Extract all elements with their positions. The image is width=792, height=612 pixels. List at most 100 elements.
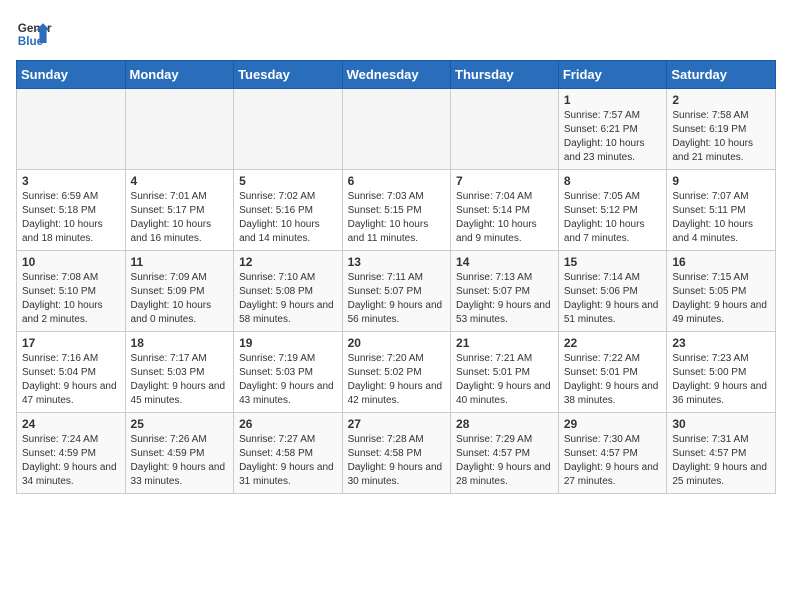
day-info: Sunrise: 7:19 AM Sunset: 5:03 PM Dayligh… bbox=[239, 352, 337, 408]
day-info: Sunrise: 7:31 AM Sunset: 4:57 PM Dayligh… bbox=[672, 433, 770, 489]
calendar-cell bbox=[125, 89, 234, 170]
day-number: 10 bbox=[22, 255, 120, 269]
weekday-header: Thursday bbox=[451, 61, 559, 89]
calendar-cell: 28Sunrise: 7:29 AM Sunset: 4:57 PM Dayli… bbox=[451, 413, 559, 494]
calendar-cell: 14 Sunrise: 7:13 AM Sunset: 5:07 PM Dayli… bbox=[451, 251, 559, 332]
calendar-cell: 27 Sunrise: 7:28 AM Sunset: 4:58 PM Dayli… bbox=[342, 413, 450, 494]
day-info: Sunrise: 7:14 AM Sunset: 5:06 PM Dayligh… bbox=[564, 271, 662, 327]
day-info: Sunrise: 7:07 AM Sunset: 5:11 PM Dayligh… bbox=[672, 190, 770, 246]
calendar-cell: 23 Sunrise: 7:23 AM Sunset: 5:00 PM Dayli… bbox=[667, 332, 776, 413]
day-number: 23 bbox=[672, 336, 770, 350]
day-info: Sunrise: 7:02 AM Sunset: 5:16 PM Dayligh… bbox=[239, 190, 337, 246]
calendar-cell: 10 Sunrise: 7:08 AM Sunset: 5:10 PM Dayli… bbox=[17, 251, 126, 332]
day-info: Sunrise: 7:01 AM Sunset: 5:17 PM Dayligh… bbox=[131, 190, 229, 246]
calendar-cell: 17 Sunrise: 7:16 AM Sunset: 5:04 PM Dayli… bbox=[17, 332, 126, 413]
calendar-header: SundayMondayTuesdayWednesdayThursdayFrid… bbox=[17, 61, 776, 89]
calendar-cell: 30 Sunrise: 7:31 AM Sunset: 4:57 PM Dayli… bbox=[667, 413, 776, 494]
day-info: Sunrise: 7:30 AM Sunset: 4:57 PM Dayligh… bbox=[564, 433, 662, 489]
day-number: 27 bbox=[348, 417, 445, 431]
calendar-week: 24 Sunrise: 7:24 AM Sunset: 4:59 PM Dayli… bbox=[17, 413, 776, 494]
weekday-header: Saturday bbox=[667, 61, 776, 89]
day-info: Sunrise: 7:24 AM Sunset: 4:59 PM Dayligh… bbox=[22, 433, 120, 489]
day-info: Sunrise: 7:16 AM Sunset: 5:04 PM Dayligh… bbox=[22, 352, 120, 408]
day-info: Sunrise: 7:28 AM Sunset: 4:58 PM Dayligh… bbox=[348, 433, 445, 489]
day-number: 13 bbox=[348, 255, 445, 269]
day-number: 2 bbox=[672, 93, 770, 107]
day-info: Sunrise: 7:26 AM Sunset: 4:59 PM Dayligh… bbox=[131, 433, 229, 489]
calendar-cell: 3Sunrise: 6:59 AM Sunset: 5:18 PM Daylig… bbox=[17, 170, 126, 251]
calendar-week: 3Sunrise: 6:59 AM Sunset: 5:18 PM Daylig… bbox=[17, 170, 776, 251]
day-info: Sunrise: 7:13 AM Sunset: 5:07 PM Dayligh… bbox=[456, 271, 553, 327]
calendar-cell bbox=[342, 89, 450, 170]
calendar-cell: 22Sunrise: 7:22 AM Sunset: 5:01 PM Dayli… bbox=[558, 332, 667, 413]
calendar-body: 1 Sunrise: 7:57 AM Sunset: 6:21 PM Daylig… bbox=[17, 89, 776, 494]
day-number: 4 bbox=[131, 174, 229, 188]
calendar-cell: 12 Sunrise: 7:10 AM Sunset: 5:08 PM Dayli… bbox=[234, 251, 343, 332]
calendar-cell: 16Sunrise: 7:15 AM Sunset: 5:05 PM Dayli… bbox=[667, 251, 776, 332]
calendar-cell: 18Sunrise: 7:17 AM Sunset: 5:03 PM Dayli… bbox=[125, 332, 234, 413]
day-number: 18 bbox=[131, 336, 229, 350]
calendar-cell: 15 Sunrise: 7:14 AM Sunset: 5:06 PM Dayli… bbox=[558, 251, 667, 332]
day-number: 12 bbox=[239, 255, 337, 269]
day-number: 21 bbox=[456, 336, 553, 350]
calendar-week: 10 Sunrise: 7:08 AM Sunset: 5:10 PM Dayli… bbox=[17, 251, 776, 332]
calendar: SundayMondayTuesdayWednesdayThursdayFrid… bbox=[16, 60, 776, 494]
calendar-cell: 4 Sunrise: 7:01 AM Sunset: 5:17 PM Daylig… bbox=[125, 170, 234, 251]
day-info: Sunrise: 7:09 AM Sunset: 5:09 PM Dayligh… bbox=[131, 271, 229, 327]
day-number: 6 bbox=[348, 174, 445, 188]
weekday-header: Wednesday bbox=[342, 61, 450, 89]
day-number: 1 bbox=[564, 93, 662, 107]
day-number: 9 bbox=[672, 174, 770, 188]
day-info: Sunrise: 7:03 AM Sunset: 5:15 PM Dayligh… bbox=[348, 190, 445, 246]
calendar-cell bbox=[451, 89, 559, 170]
day-info: Sunrise: 7:11 AM Sunset: 5:07 PM Dayligh… bbox=[348, 271, 445, 327]
day-info: Sunrise: 6:59 AM Sunset: 5:18 PM Dayligh… bbox=[22, 190, 120, 246]
logo: General Blue bbox=[16, 16, 52, 52]
calendar-cell: 13 Sunrise: 7:11 AM Sunset: 5:07 PM Dayli… bbox=[342, 251, 450, 332]
day-number: 14 bbox=[456, 255, 553, 269]
day-info: Sunrise: 7:22 AM Sunset: 5:01 PM Dayligh… bbox=[564, 352, 662, 408]
calendar-cell: 1 Sunrise: 7:57 AM Sunset: 6:21 PM Daylig… bbox=[558, 89, 667, 170]
logo-icon: General Blue bbox=[16, 16, 52, 52]
calendar-cell: 8Sunrise: 7:05 AM Sunset: 5:12 PM Daylig… bbox=[558, 170, 667, 251]
calendar-cell: 29 Sunrise: 7:30 AM Sunset: 4:57 PM Dayli… bbox=[558, 413, 667, 494]
weekday-header: Sunday bbox=[17, 61, 126, 89]
calendar-cell: 21 Sunrise: 7:21 AM Sunset: 5:01 PM Dayli… bbox=[451, 332, 559, 413]
header: General Blue bbox=[16, 16, 776, 52]
day-number: 29 bbox=[564, 417, 662, 431]
calendar-cell: 26Sunrise: 7:27 AM Sunset: 4:58 PM Dayli… bbox=[234, 413, 343, 494]
day-number: 5 bbox=[239, 174, 337, 188]
day-number: 30 bbox=[672, 417, 770, 431]
calendar-cell: 6 Sunrise: 7:03 AM Sunset: 5:15 PM Daylig… bbox=[342, 170, 450, 251]
day-info: Sunrise: 7:58 AM Sunset: 6:19 PM Dayligh… bbox=[672, 109, 770, 165]
calendar-cell: 5 Sunrise: 7:02 AM Sunset: 5:16 PM Daylig… bbox=[234, 170, 343, 251]
day-info: Sunrise: 7:27 AM Sunset: 4:58 PM Dayligh… bbox=[239, 433, 337, 489]
day-info: Sunrise: 7:23 AM Sunset: 5:00 PM Dayligh… bbox=[672, 352, 770, 408]
day-info: Sunrise: 7:29 AM Sunset: 4:57 PM Dayligh… bbox=[456, 433, 553, 489]
calendar-cell: 20 Sunrise: 7:20 AM Sunset: 5:02 PM Dayli… bbox=[342, 332, 450, 413]
day-number: 24 bbox=[22, 417, 120, 431]
calendar-cell: 11Sunrise: 7:09 AM Sunset: 5:09 PM Dayli… bbox=[125, 251, 234, 332]
calendar-cell bbox=[234, 89, 343, 170]
day-info: Sunrise: 7:57 AM Sunset: 6:21 PM Dayligh… bbox=[564, 109, 662, 165]
calendar-cell: 2 Sunrise: 7:58 AM Sunset: 6:19 PM Daylig… bbox=[667, 89, 776, 170]
calendar-cell: 9 Sunrise: 7:07 AM Sunset: 5:11 PM Daylig… bbox=[667, 170, 776, 251]
day-number: 25 bbox=[131, 417, 229, 431]
day-number: 16 bbox=[672, 255, 770, 269]
weekday-header: Friday bbox=[558, 61, 667, 89]
day-info: Sunrise: 7:04 AM Sunset: 5:14 PM Dayligh… bbox=[456, 190, 553, 246]
day-number: 17 bbox=[22, 336, 120, 350]
day-info: Sunrise: 7:21 AM Sunset: 5:01 PM Dayligh… bbox=[456, 352, 553, 408]
weekday-header: Monday bbox=[125, 61, 234, 89]
day-number: 8 bbox=[564, 174, 662, 188]
day-number: 15 bbox=[564, 255, 662, 269]
weekday-header: Tuesday bbox=[234, 61, 343, 89]
day-number: 20 bbox=[348, 336, 445, 350]
calendar-cell: 7Sunrise: 7:04 AM Sunset: 5:14 PM Daylig… bbox=[451, 170, 559, 251]
day-info: Sunrise: 7:10 AM Sunset: 5:08 PM Dayligh… bbox=[239, 271, 337, 327]
day-number: 19 bbox=[239, 336, 337, 350]
calendar-week: 1 Sunrise: 7:57 AM Sunset: 6:21 PM Daylig… bbox=[17, 89, 776, 170]
day-info: Sunrise: 7:08 AM Sunset: 5:10 PM Dayligh… bbox=[22, 271, 120, 327]
calendar-cell: 19 Sunrise: 7:19 AM Sunset: 5:03 PM Dayli… bbox=[234, 332, 343, 413]
day-info: Sunrise: 7:20 AM Sunset: 5:02 PM Dayligh… bbox=[348, 352, 445, 408]
